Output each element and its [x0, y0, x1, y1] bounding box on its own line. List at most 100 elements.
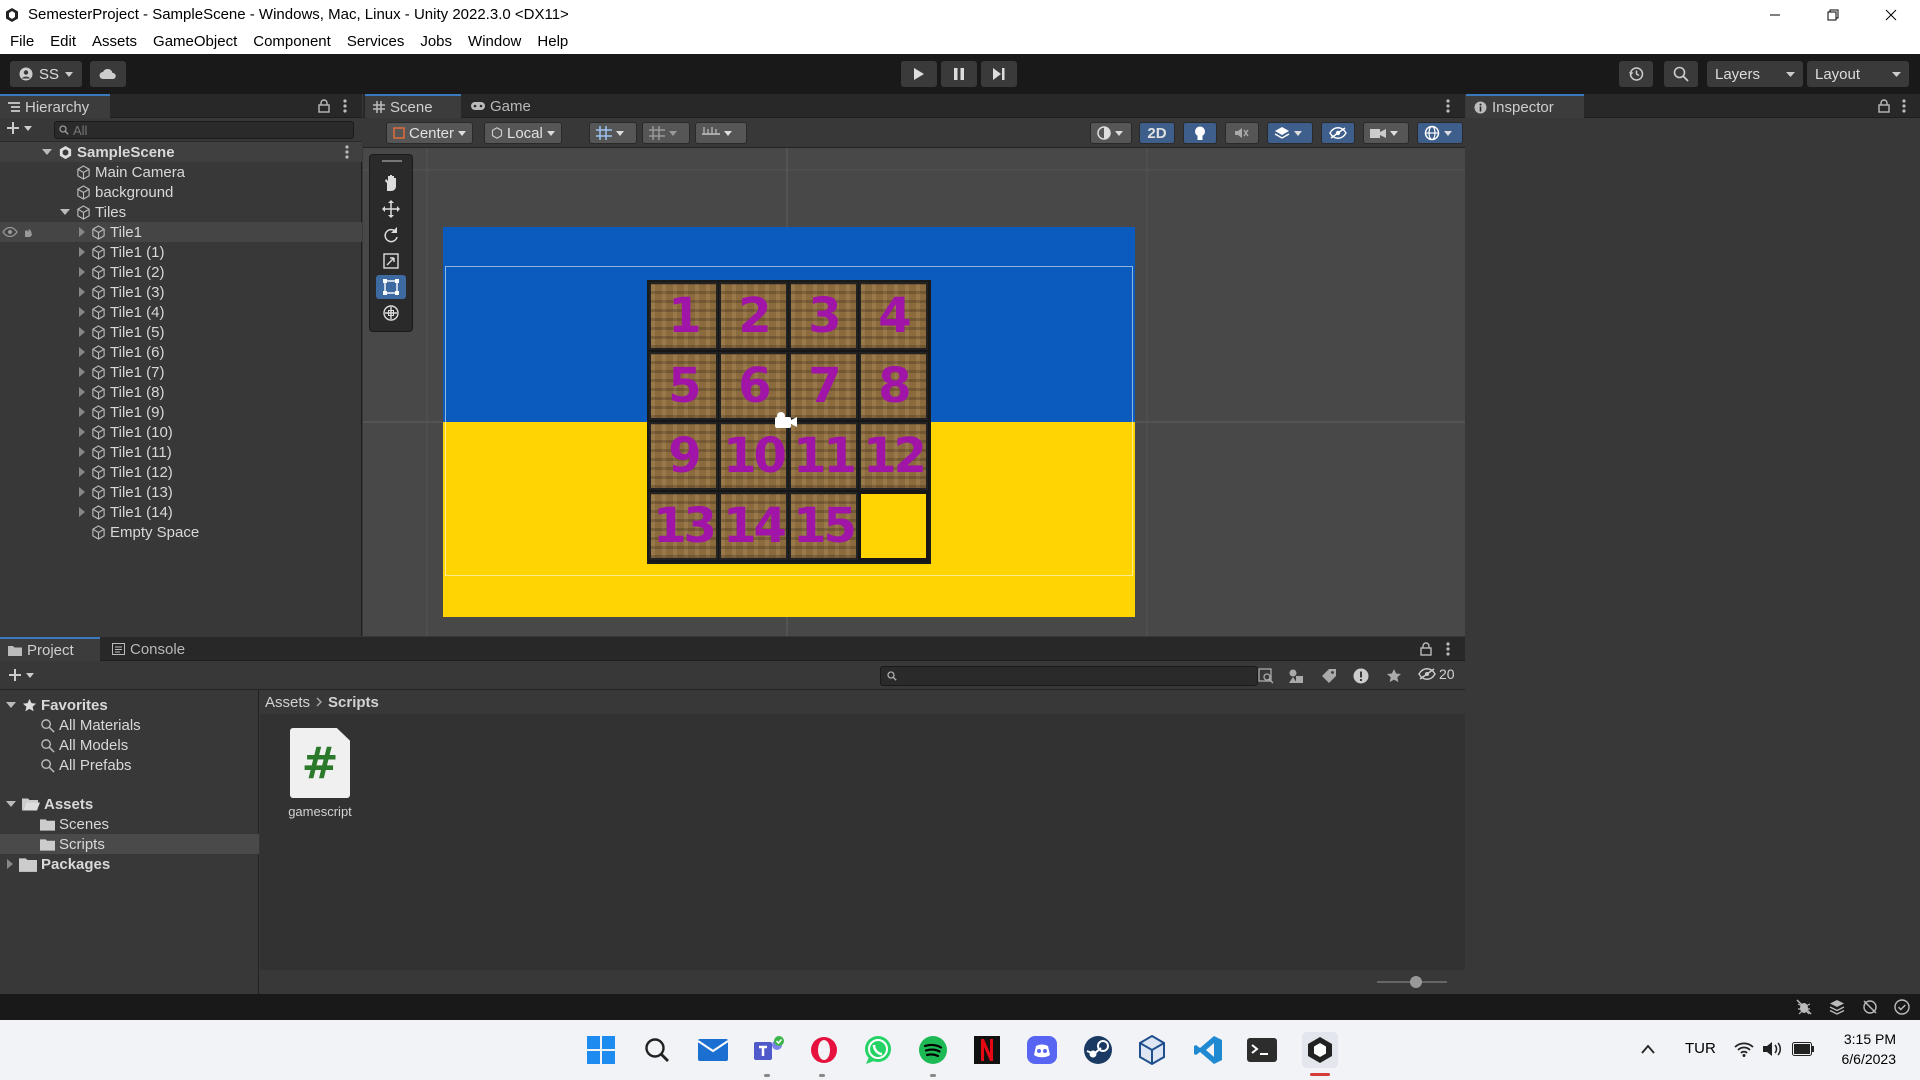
hierarchy-item[interactable]: Tile1 (3) — [0, 282, 362, 302]
hierarchy-item[interactable]: Tile1 (6) — [0, 342, 362, 362]
warning-filter-icon[interactable] — [1353, 668, 1369, 684]
tile[interactable]: 10 — [719, 422, 788, 490]
scale-tool-button[interactable] — [376, 249, 406, 273]
effects-dropdown[interactable] — [1267, 122, 1313, 144]
chevron-up-icon[interactable] — [1641, 1044, 1655, 1054]
pivot-center-dropdown[interactable]: Center — [386, 122, 474, 144]
wifi-icon[interactable] — [1734, 1041, 1754, 1057]
expand-arrow-icon[interactable] — [79, 487, 85, 497]
expand-arrow-icon[interactable] — [79, 427, 85, 437]
camera-gizmo-icon[interactable] — [773, 411, 799, 431]
space-local-dropdown[interactable]: Local — [484, 122, 562, 144]
hierarchy-item[interactable]: Tile1 (14) — [0, 502, 362, 522]
tab-scene[interactable]: Scene — [365, 94, 461, 118]
lock-icon[interactable] — [1878, 99, 1890, 113]
clock-date[interactable]: 6/6/2023 — [1826, 1051, 1897, 1067]
filter-by-label-icon[interactable] — [1321, 668, 1337, 684]
project-create-dropdown[interactable] — [8, 668, 34, 682]
lock-icon[interactable] — [318, 99, 330, 113]
tab-game[interactable]: Game — [463, 94, 543, 118]
account-dropdown[interactable]: SS — [10, 61, 82, 87]
increment-snap-dropdown[interactable] — [695, 122, 747, 144]
rect-tool-button[interactable] — [376, 275, 406, 299]
tile[interactable]: 1 — [649, 282, 718, 350]
hierarchy-item[interactable]: Tiles — [0, 202, 362, 222]
filter-by-type-icon[interactable] — [1288, 668, 1304, 684]
hierarchy-item[interactable]: Tile1 — [0, 222, 362, 242]
menu-component[interactable]: Component — [245, 33, 339, 50]
favorite-item[interactable]: All Materials — [0, 715, 259, 735]
expand-arrow-icon[interactable] — [7, 859, 13, 869]
tile[interactable]: 14 — [719, 492, 788, 560]
pause-button[interactable] — [941, 61, 977, 87]
hierarchy-item[interactable]: Tile1 (2) — [0, 262, 362, 282]
tile[interactable]: 12 — [859, 422, 928, 490]
scene-visibility-toggle[interactable] — [1321, 122, 1355, 144]
icon-size-slider-thumb[interactable] — [1410, 976, 1422, 988]
cloud-button[interactable] — [90, 61, 126, 87]
taskbar-terminal[interactable] — [1246, 1034, 1278, 1066]
expand-arrow-icon[interactable] — [79, 227, 85, 237]
expand-arrow-icon[interactable] — [79, 287, 85, 297]
hierarchy-item[interactable]: Tile1 (4) — [0, 302, 362, 322]
expand-arrow-icon[interactable] — [79, 347, 85, 357]
hierarchy-item[interactable]: Tile1 (13) — [0, 482, 362, 502]
rotate-tool-button[interactable] — [376, 223, 406, 247]
asset-file[interactable]: # gamescript — [280, 728, 360, 819]
empty-space[interactable] — [861, 494, 926, 558]
taskbar-steam[interactable] — [1082, 1034, 1114, 1066]
favorites-header[interactable]: Favorites — [0, 695, 259, 715]
tile[interactable]: 7 — [789, 352, 858, 420]
menu-window[interactable]: Window — [460, 33, 529, 50]
project-search-input[interactable] — [880, 666, 1258, 686]
lock-icon[interactable] — [1420, 642, 1432, 656]
favorite-star-icon[interactable] — [1386, 668, 1402, 684]
transform-tool-button[interactable] — [376, 301, 406, 325]
minimize-button[interactable] — [1746, 0, 1804, 29]
tile[interactable]: 11 — [789, 422, 858, 490]
clock-time[interactable]: 3:15 PM — [1836, 1031, 1896, 1047]
grid-snapping-toggle[interactable] — [589, 122, 637, 144]
hierarchy-item[interactable]: Tile1 (7) — [0, 362, 362, 382]
expand-arrow-icon[interactable] — [6, 702, 16, 708]
step-button[interactable] — [981, 61, 1017, 87]
expand-arrow-icon[interactable] — [79, 507, 85, 517]
tile[interactable]: 2 — [719, 282, 788, 350]
pickable-hand-icon[interactable] — [22, 226, 34, 238]
expand-arrow-icon[interactable] — [6, 801, 16, 807]
taskbar-search-button[interactable] — [641, 1034, 673, 1066]
hidden-packages-toggle[interactable]: 20 — [1418, 666, 1455, 682]
expand-arrow-icon[interactable] — [79, 467, 85, 477]
taskbar-virtualbox[interactable] — [1136, 1034, 1168, 1066]
tile[interactable]: 8 — [859, 352, 928, 420]
folder-item-selected[interactable]: Scripts — [0, 834, 259, 854]
shading-mode-dropdown[interactable] — [1090, 122, 1132, 144]
battery-icon[interactable] — [1792, 1042, 1814, 1056]
hierarchy-item[interactable]: Tile1 (10) — [0, 422, 362, 442]
favorite-item[interactable]: All Prefabs — [0, 755, 259, 775]
layout-dropdown[interactable]: Layout — [1807, 61, 1909, 87]
tile[interactable]: 3 — [789, 282, 858, 350]
expand-arrow-icon[interactable] — [79, 327, 85, 337]
tile[interactable]: 13 — [649, 492, 718, 560]
packages-folder[interactable]: Packages — [0, 854, 259, 874]
menu-jobs[interactable]: Jobs — [412, 33, 460, 50]
menu-edit[interactable]: Edit — [42, 33, 84, 50]
menu-file[interactable]: File — [2, 33, 42, 50]
taskbar-whatsapp[interactable] — [862, 1034, 894, 1066]
hierarchy-item[interactable]: Tile1 (1) — [0, 242, 362, 262]
menu-help[interactable]: Help — [529, 33, 576, 50]
hand-tool-button[interactable] — [376, 171, 406, 195]
tab-project[interactable]: Project — [0, 637, 100, 661]
hierarchy-item[interactable]: Empty Space — [0, 522, 362, 542]
hierarchy-item[interactable]: Tile1 (5) — [0, 322, 362, 342]
gizmos-dropdown[interactable] — [1417, 122, 1463, 144]
taskbar-discord[interactable] — [1026, 1034, 1058, 1066]
grid-visibility-toggle[interactable] — [642, 122, 690, 144]
layers-dropdown[interactable]: Layers — [1707, 61, 1803, 87]
hierarchy-search-input[interactable]: All — [54, 121, 354, 139]
hierarchy-item[interactable]: Main Camera — [0, 162, 362, 182]
more-options-icon[interactable] — [345, 145, 349, 159]
expand-arrow-icon[interactable] — [42, 149, 52, 155]
lighting-toggle[interactable] — [1183, 122, 1217, 144]
